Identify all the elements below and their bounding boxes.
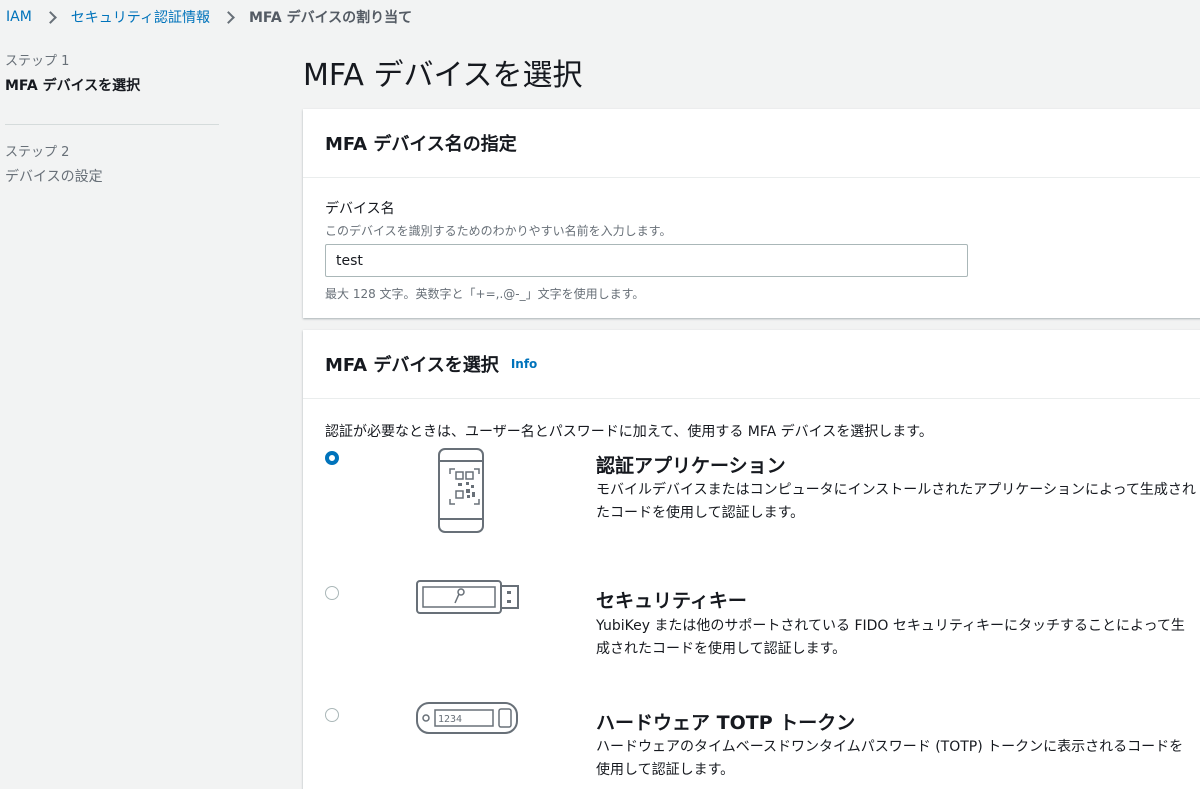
step-2-title: デバイスの設定	[5, 169, 103, 185]
option-hardware-totp[interactable]: 1234 ハードウェア TOTP トークン ハードウェアのタイムベースドワンタイ…	[303, 701, 1200, 789]
breadcrumb: IAM セキュリティ認証情報 MFA デバイスの割り当て	[6, 7, 412, 27]
wizard-steps: ステップ 1 MFA デバイスを選択 ステップ 2 デバイスの設定	[5, 50, 219, 202]
option-authenticator-app[interactable]: 認証アプリケーション モバイルデバイスまたはコンピュータにインストールされたアプ…	[303, 444, 1200, 564]
device-name-panel: MFA デバイス名の指定 デバイス名 このデバイスを識別するためのわかりやすい名…	[303, 109, 1200, 318]
page-title: MFA デバイスを選択	[303, 58, 583, 93]
device-name-panel-body: デバイス名 このデバイスを識別するためのわかりやすい名前を入力します。 最大 1…	[303, 178, 1200, 320]
device-name-label: デバイス名	[325, 201, 395, 217]
radio-security-key[interactable]	[325, 586, 339, 600]
security-key-title: セキュリティキー	[596, 590, 747, 612]
device-select-intro: 認証が必要なときは、ユーザー名とパスワードに加えて、使用する MFA デバイスを…	[325, 424, 933, 440]
radio-authenticator-app[interactable]	[325, 451, 339, 465]
authenticator-app-title: 認証アプリケーション	[596, 455, 786, 477]
totp-token-icon: 1234	[416, 702, 518, 734]
info-link[interactable]: Info	[511, 357, 537, 371]
hardware-totp-description: ハードウェアのタイムベースドワンタイムパスワード (TOTP) トークンに表示さ…	[596, 739, 1184, 778]
chevron-right-icon	[43, 10, 57, 24]
step-1: ステップ 1 MFA デバイスを選択	[5, 50, 219, 111]
step-1-label: ステップ 1	[5, 54, 70, 69]
device-select-panel-body: 認証が必要なときは、ユーザー名とパスワードに加えて、使用する MFA デバイスを…	[303, 399, 1200, 789]
phone-qr-icon	[438, 448, 484, 533]
device-select-panel: MFA デバイスを選択 Info 認証が必要なときは、ユーザー名とパスワードに加…	[303, 330, 1200, 789]
device-select-panel-title: MFA デバイスを選択	[325, 355, 499, 376]
breadcrumb-iam-link[interactable]: IAM	[6, 9, 32, 25]
chevron-right-icon	[222, 10, 235, 24]
authenticator-app-description: モバイルデバイスまたはコンピュータにインストールされたアプリケーションによって生…	[596, 482, 1196, 521]
device-name-constraint: 最大 128 文字。英数字と「+=,.@-_」文字を使用します。	[325, 287, 645, 301]
step-divider	[5, 124, 219, 125]
totp-token-display: 1234	[438, 714, 462, 725]
step-2: ステップ 2 デバイスの設定	[5, 141, 219, 202]
radio-hardware-totp[interactable]	[325, 708, 339, 722]
usb-key-icon	[416, 580, 519, 614]
breadcrumb-current: MFA デバイスの割り当て	[248, 10, 413, 26]
step-1-title: MFA デバイスを選択	[5, 78, 141, 94]
option-security-key[interactable]: セキュリティキー YubiKey または他のサポートされている FIDO セキュ…	[303, 579, 1200, 689]
device-name-input[interactable]	[325, 244, 968, 277]
breadcrumb-security-credentials-link[interactable]: セキュリティ認証情報	[71, 7, 210, 27]
device-name-description: このデバイスを識別するためのわかりやすい名前を入力します。	[325, 224, 672, 238]
device-select-panel-header: MFA デバイスを選択 Info	[303, 330, 1200, 399]
device-name-panel-header: MFA デバイス名の指定	[303, 109, 1200, 178]
step-2-label: ステップ 2	[5, 145, 70, 160]
security-key-description: YubiKey または他のサポートされている FIDO セキュリティキーにタッチ…	[596, 618, 1185, 657]
hardware-totp-title: ハードウェア TOTP トークン	[596, 712, 856, 734]
